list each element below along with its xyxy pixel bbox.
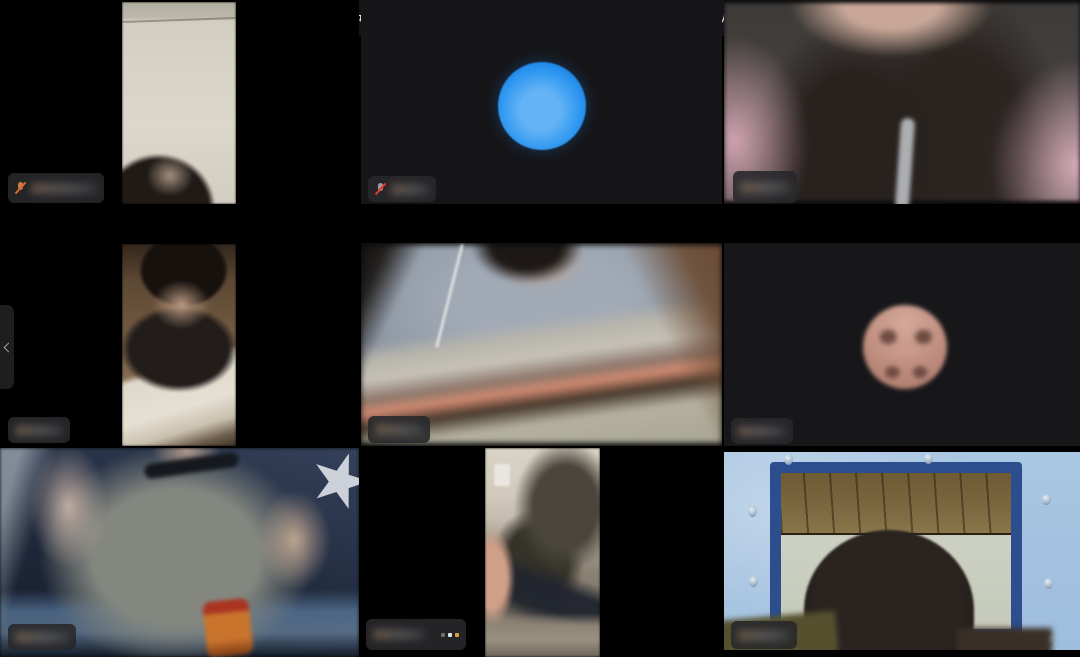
participant-name-tag: [368, 176, 436, 202]
video-tile[interactable]: [361, 243, 722, 446]
blurred-name: [15, 632, 69, 643]
avatar: [498, 62, 586, 150]
participant-name-tag: [8, 624, 76, 650]
indicator-dot: [441, 633, 445, 637]
video-tile[interactable]: [0, 0, 359, 204]
participant-video: [485, 448, 600, 657]
indicator-dot: [448, 633, 452, 637]
video-tile[interactable]: [724, 243, 1080, 446]
webcam-art: [122, 2, 236, 204]
letterbox-bar: [724, 448, 1080, 452]
speaking-indicator-dots: [441, 633, 459, 637]
meeting-app-window: 范世聪 00:10:46 会议中 ! 为保障会议秩序，已在「成员-更多」中开启"…: [0, 0, 1080, 657]
rivet: [1044, 578, 1053, 589]
rivet: [748, 506, 757, 517]
previous-page-button[interactable]: [0, 305, 14, 389]
blurred-name: [373, 629, 425, 640]
participant-name-tag: [366, 619, 466, 650]
video-tile[interactable]: [724, 0, 1080, 204]
participant-name-tag: [8, 417, 70, 443]
avatar: [863, 305, 947, 389]
mic-muted-icon: [15, 181, 26, 195]
video-tile[interactable]: [724, 448, 1080, 657]
video-tile[interactable]: [0, 243, 359, 446]
indicator-dot: [455, 633, 459, 637]
rivet: [749, 576, 758, 587]
blurred-name: [31, 183, 97, 194]
blurred-name: [375, 424, 423, 435]
letterbox-bar: [724, 650, 1080, 657]
mic-muted-icon: [375, 182, 386, 196]
video-tile[interactable]: [361, 0, 722, 204]
wall-outlet: [494, 464, 510, 486]
rivet: [1042, 494, 1051, 505]
chevron-left-icon: [4, 342, 14, 352]
participant-video: [122, 244, 236, 446]
participant-name-tag: [733, 171, 797, 203]
video-tile[interactable]: [0, 448, 359, 657]
participant-name-tag: [8, 173, 104, 203]
blurred-name: [15, 425, 63, 436]
blurred-name: [738, 630, 790, 641]
blurred-name: [740, 182, 790, 193]
participant-name-tag: [731, 418, 793, 444]
figurine: [202, 598, 254, 657]
video-tile[interactable]: [361, 448, 722, 657]
participant-video: [122, 2, 236, 204]
webcam-art: [122, 244, 236, 446]
participant-name-tag: [368, 416, 430, 443]
blurred-name: [738, 426, 786, 437]
webcam-art: [361, 245, 722, 443]
blurred-name: [391, 184, 429, 195]
participant-name-tag: [731, 621, 797, 649]
cartoon-wood-ceiling: [781, 473, 1011, 535]
